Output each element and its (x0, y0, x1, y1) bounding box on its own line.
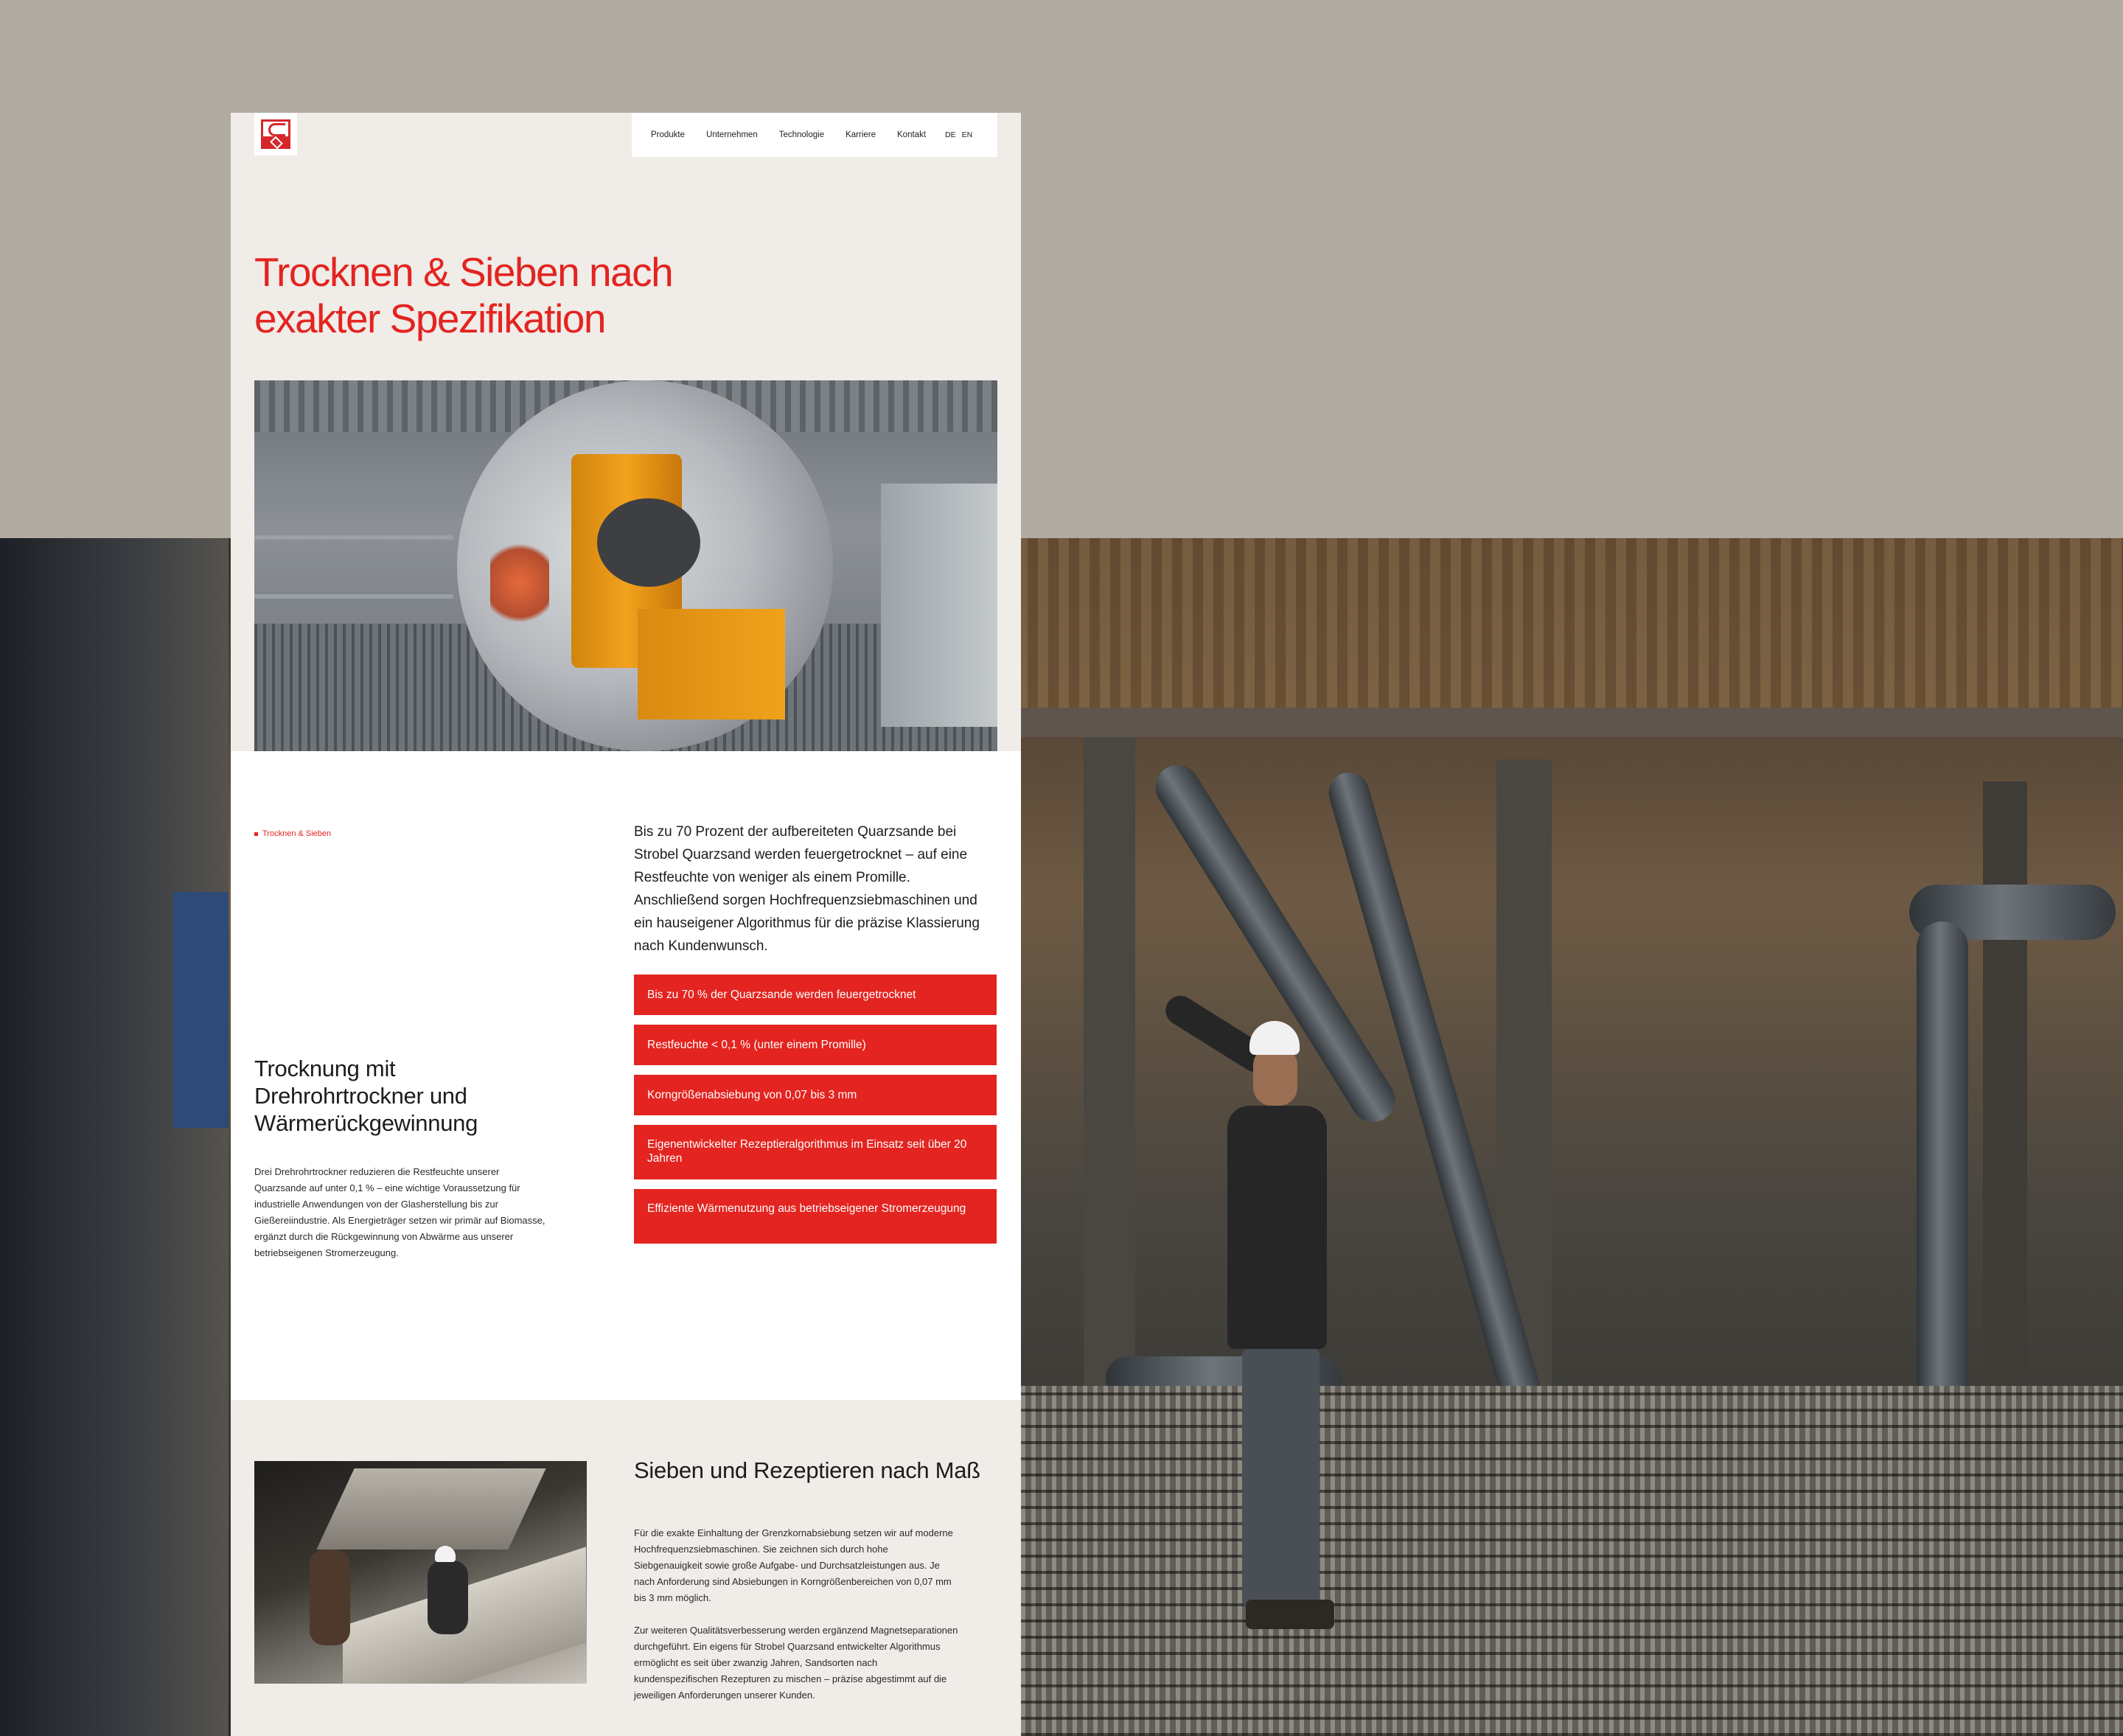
worker-torso (1227, 1106, 1327, 1349)
hero-image-dryer-burner (254, 380, 997, 751)
background-floor-grating (1021, 1386, 2123, 1736)
feature-item: Restfeuchte < 0,1 % (unter einem Promill… (634, 1025, 997, 1065)
background-girder (1084, 737, 1135, 1386)
lang-en[interactable]: EN (962, 130, 973, 139)
breadcrumb: Trocknen & Sieben (254, 829, 331, 838)
sieving-section: Sieben und Rezeptieren nach Maß Für die … (231, 1400, 1021, 1736)
feature-item: Korngrößenabsiebung von 0,07 bis 3 mm (634, 1075, 997, 1115)
feature-item: Eigenentwickelter Rezeptieralgorithmus i… (634, 1125, 997, 1179)
intro-text: Bis zu 70 Prozent der aufbereiteten Quar… (634, 824, 980, 954)
sieving-body: Für die exakte Einhaltung der Grenzkorna… (634, 1525, 958, 1720)
background-ceiling-grating (1017, 538, 2123, 730)
page-title: Trocknen & Sieben nach exakter Spezifika… (254, 249, 674, 341)
logo[interactable] (254, 113, 297, 156)
nav-item-unternehmen[interactable]: Unternehmen (706, 130, 758, 139)
sieving-paragraph-2: Zur weiteren Qualitätsverbesserung werde… (634, 1625, 958, 1701)
feature-list: Bis zu 70 % der Quarzsande werden feuerg… (634, 975, 997, 1244)
drying-title: Trocknung mit Drehrohrtrockner und Wärme… (254, 1056, 478, 1136)
lang-de[interactable]: DE (945, 130, 956, 139)
sieving-title: Sieben und Rezeptieren nach Maß (634, 1457, 980, 1483)
background-blue-panel (173, 892, 229, 1128)
website-page: Produkte Unternehmen Technologie Karrier… (231, 113, 1021, 1736)
breadcrumb-marker-icon (254, 832, 258, 836)
background-girder (1983, 781, 2027, 1445)
sieving-paragraph-1: Für die exakte Einhaltung der Grenzkorna… (634, 1527, 953, 1603)
background-girder (1021, 708, 2123, 737)
nav-item-karriere[interactable]: Karriere (846, 130, 876, 139)
nav-item-technologie[interactable]: Technologie (779, 130, 824, 139)
breadcrumb-label[interactable]: Trocknen & Sieben (262, 829, 331, 838)
worker-helmet (1249, 1021, 1300, 1055)
feature-item: Effiziente Wärmenutzung aus betriebseige… (634, 1189, 997, 1244)
background-pipe (1917, 921, 1968, 1437)
main-navigation: Produkte Unternehmen Technologie Karrier… (632, 113, 997, 157)
worker-head (1253, 1047, 1297, 1106)
language-switcher: DE EN (945, 130, 972, 139)
background-left-shadow (0, 538, 229, 1736)
worker-boots (1246, 1600, 1334, 1629)
nav-item-produkte[interactable]: Produkte (651, 130, 685, 139)
worker-legs (1242, 1349, 1320, 1607)
drying-section: Trocknen & Sieben Bis zu 70 Prozent der … (231, 751, 1021, 1400)
feature-item: Bis zu 70 % der Quarzsande werden feuerg… (634, 975, 997, 1015)
logo-icon (261, 119, 290, 149)
drying-body: Drei Drehrohrtrockner reduzieren die Res… (254, 1166, 545, 1258)
nav-item-kontakt[interactable]: Kontakt (897, 130, 926, 139)
sieving-machine-image (254, 1461, 587, 1684)
